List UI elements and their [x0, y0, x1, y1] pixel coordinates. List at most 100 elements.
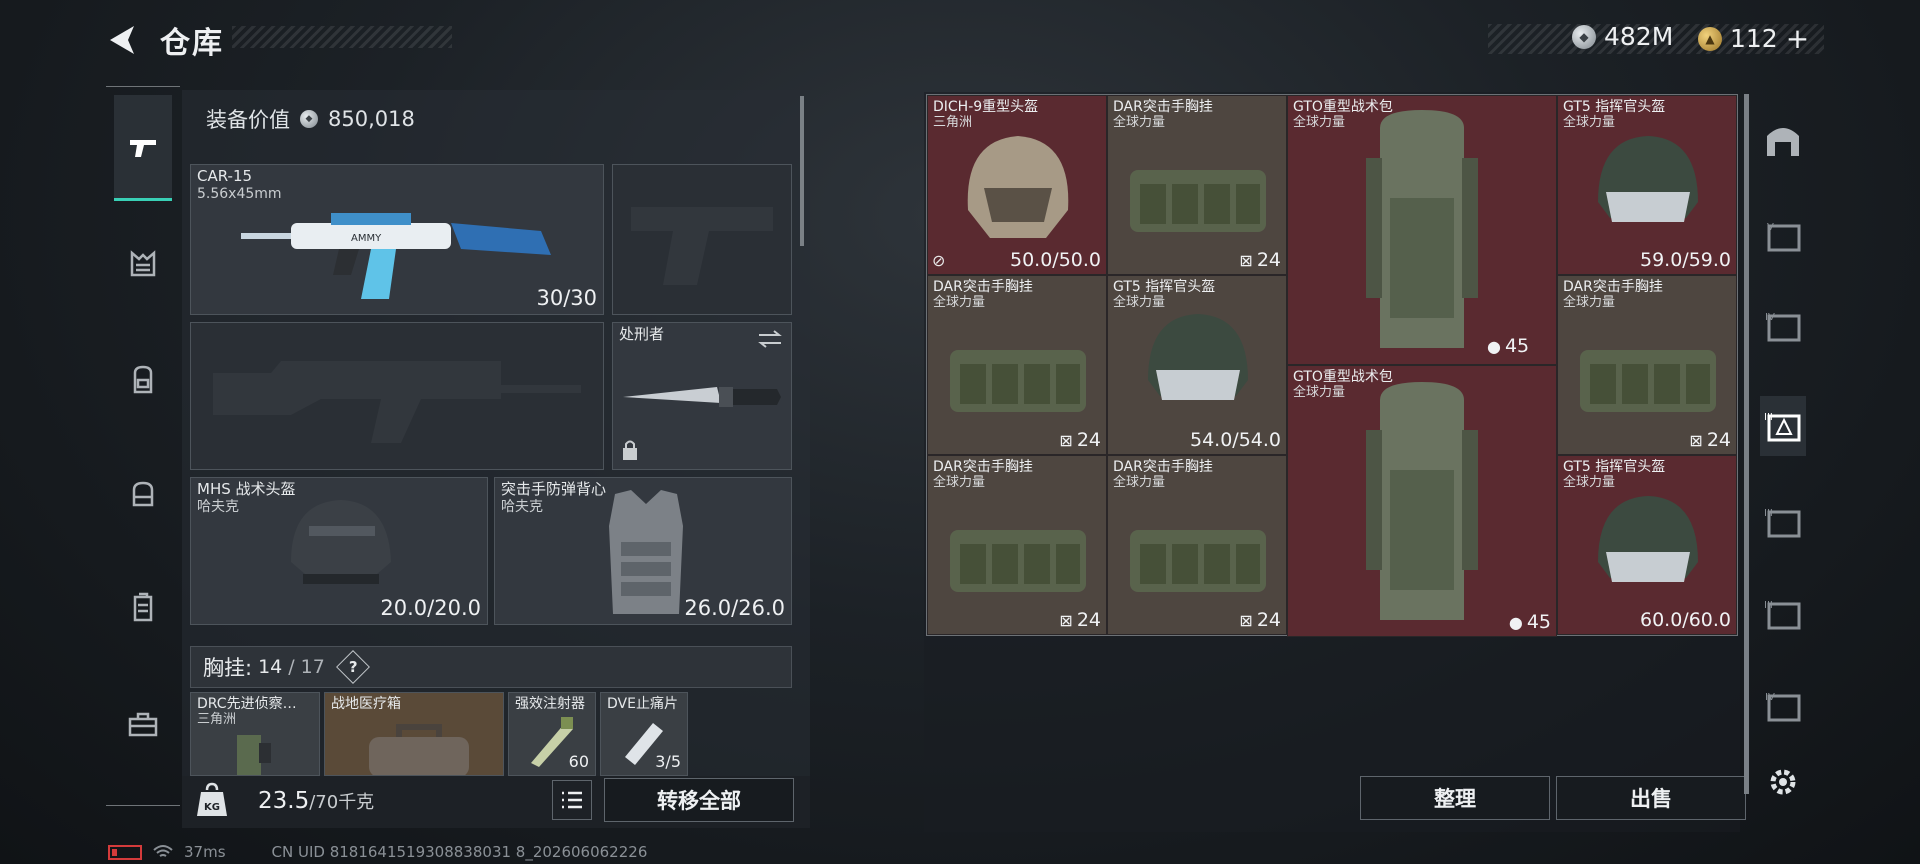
stash-item[interactable]: GT5 指挥官头盔 全球力量 59.0/59.0: [1557, 95, 1737, 275]
armor-brand: 哈夫克: [501, 499, 543, 515]
rig-item-slot[interactable]: DRC先进侦察… 三角洲: [190, 692, 320, 776]
chest-rig-label: 胸挂:: [203, 656, 253, 680]
rifle-icon: AMMY: [241, 213, 551, 299]
svg-text:IV: IV: [1765, 692, 1775, 703]
item-capacity: ⊠ 24: [1689, 429, 1731, 451]
nav-chest-rig[interactable]: [114, 211, 172, 317]
rig-small-icon: ⊠: [1239, 250, 1253, 270]
nav-weapons[interactable]: [114, 95, 172, 201]
helmet-durability: 20.0/20.0: [380, 596, 481, 620]
primary-weapon-slot[interactable]: CAR-15 5.56x45mm AMMY 30/30: [190, 164, 604, 315]
settings-button[interactable]: [1760, 752, 1806, 812]
stash-page-icon: III: [1764, 508, 1801, 538]
chest-rig-used: 14: [258, 656, 283, 678]
medkit-icon: [369, 724, 469, 775]
stash-item[interactable]: GT5 指挥官头盔 全球力量 60.0/60.0: [1557, 455, 1737, 635]
stash-page-tab[interactable]: III: [1760, 584, 1806, 644]
armor-slot[interactable]: 突击手防弹背心 哈夫克 26.0/26.0: [494, 477, 792, 625]
sell-button[interactable]: 出售: [1556, 776, 1746, 820]
stash-item[interactable]: DAR突击手胸挂 全球力量 ⊠ 24: [927, 275, 1107, 455]
sort-button[interactable]: 整理: [1360, 776, 1550, 820]
chest-rig-header: 胸挂: 14/17 ?: [190, 646, 792, 688]
stash-item[interactable]: DAR突击手胸挂 全球力量 ⊠ 24: [1557, 275, 1737, 455]
item-name: DAR突击手胸挂: [1113, 459, 1213, 475]
rig-item-slot[interactable]: 强效注射器 60: [508, 692, 596, 776]
chest-rig-icon: [130, 250, 156, 277]
stash-item[interactable]: DAR突击手胸挂 全球力量 ⊠ 24: [927, 455, 1107, 635]
item-name: GT5 指挥官头盔: [1563, 99, 1666, 115]
stash-page-icon: IV: [1765, 692, 1801, 722]
stash-page-tab[interactable]: III: [1760, 492, 1806, 552]
stash-page-icon: III: [1764, 412, 1801, 442]
list-view-button[interactable]: [552, 780, 592, 820]
item-durability: 54.0/54.0: [1189, 429, 1281, 451]
stash-item[interactable]: DAR突击手胸挂 全球力量 ⊠ 24: [1107, 95, 1287, 275]
lock-icon: [623, 440, 637, 460]
secondary-weapon-slot[interactable]: [612, 164, 792, 315]
chest-rig-help-button[interactable]: ?: [335, 650, 370, 684]
nav-backpack[interactable]: [114, 327, 172, 433]
item-brand: 全球力量: [1293, 115, 1346, 130]
stash-home-tab[interactable]: [1760, 110, 1806, 170]
item-name: DAR突击手胸挂: [933, 459, 1033, 475]
rig-item-name: 强效注射器: [515, 696, 585, 712]
silver-coin-icon: ◆: [1572, 24, 1596, 49]
chest-rig-icon: [1130, 530, 1266, 592]
stash-page-tab[interactable]: IV: [1760, 296, 1806, 356]
item-brand: 全球力量: [1293, 385, 1346, 400]
stash-item[interactable]: GTO重型战术包 全球力量: [1287, 95, 1557, 365]
stash-page-icon: V: [1767, 222, 1801, 252]
silver-coin-icon: ◆: [300, 110, 318, 128]
melee-slot[interactable]: 处刑者: [612, 322, 792, 470]
rig-item-slot[interactable]: 战地医疗箱: [324, 692, 504, 776]
swap-icon[interactable]: [757, 329, 783, 349]
ping-value: 37ms: [184, 843, 226, 861]
item-name: DICH-9重型头盔: [933, 99, 1039, 115]
stash-page-tab[interactable]: V: [1760, 206, 1806, 266]
rig-item-value: 60: [568, 752, 589, 771]
rig-small-icon: ⊠: [1239, 610, 1253, 630]
gold-coin-icon: ▲: [1698, 26, 1722, 51]
stash-page-tab-active[interactable]: III: [1760, 396, 1806, 456]
item-capacity: ● 45: [1508, 611, 1551, 633]
svg-text:III: III: [1764, 600, 1773, 611]
bag-icon: [132, 481, 154, 507]
rig-item-value: 3/5: [655, 752, 681, 771]
list-icon: [562, 791, 582, 809]
backpack-icon: [1366, 382, 1478, 620]
rig-item-slot[interactable]: DVE止痛片 3/5: [600, 692, 688, 776]
stash-item[interactable]: DAR突击手胸挂 全球力量 ⊠ 24: [1107, 455, 1287, 635]
rig-small-icon: ⊠: [1689, 430, 1703, 450]
nav-toolbox[interactable]: [114, 671, 172, 777]
stash-page-tab[interactable]: IV: [1760, 676, 1806, 736]
chest-rig-icon: [950, 530, 1086, 592]
chest-rig-icon: [1580, 350, 1716, 412]
currency-gold[interactable]: ▲ 112 +: [1698, 22, 1809, 55]
nav-bag[interactable]: [114, 441, 172, 547]
stash-page-icon: III: [1764, 600, 1801, 630]
add-currency-button[interactable]: +: [1786, 22, 1809, 55]
item-brand: 全球力量: [933, 295, 986, 310]
secondary-primary-slot[interactable]: [190, 322, 604, 470]
commander-helmet-icon: [1598, 136, 1698, 222]
stash-item[interactable]: GTO重型战术包 全球力量 ● 45: [1287, 365, 1557, 637]
chest-rig-icon: [950, 350, 1086, 412]
svg-text:AMMY: AMMY: [351, 233, 382, 244]
stash-item[interactable]: DICH-9重型头盔 三角洲 ⊘ 50.0/50.0: [927, 95, 1107, 275]
stash-item[interactable]: GT5 指挥官头盔 全球力量 54.0/54.0: [1107, 275, 1287, 455]
carry-weight: 23.5/70千克: [258, 788, 374, 814]
backpack-icon: [1366, 110, 1478, 348]
helmet-slot[interactable]: MHS 战术头盔 哈夫克 20.0/20.0: [190, 477, 488, 625]
stash-home-icon: [1767, 128, 1799, 156]
item-durability: 50.0/50.0: [1009, 249, 1101, 271]
bag-small-icon: ●: [1487, 336, 1501, 356]
nav-container[interactable]: [114, 555, 172, 661]
item-brand: 全球力量: [1113, 475, 1166, 490]
item-name: GT5 指挥官头盔: [1113, 279, 1216, 295]
transfer-all-button[interactable]: 转移全部: [604, 778, 794, 822]
loadout-scrollbar[interactable]: [800, 96, 804, 246]
chest-rig-icon: [1130, 170, 1266, 232]
stash-scrollbar[interactable]: [1744, 94, 1749, 794]
stash-page-icon: IV: [1765, 312, 1801, 342]
back-arrow-icon[interactable]: [104, 22, 144, 58]
